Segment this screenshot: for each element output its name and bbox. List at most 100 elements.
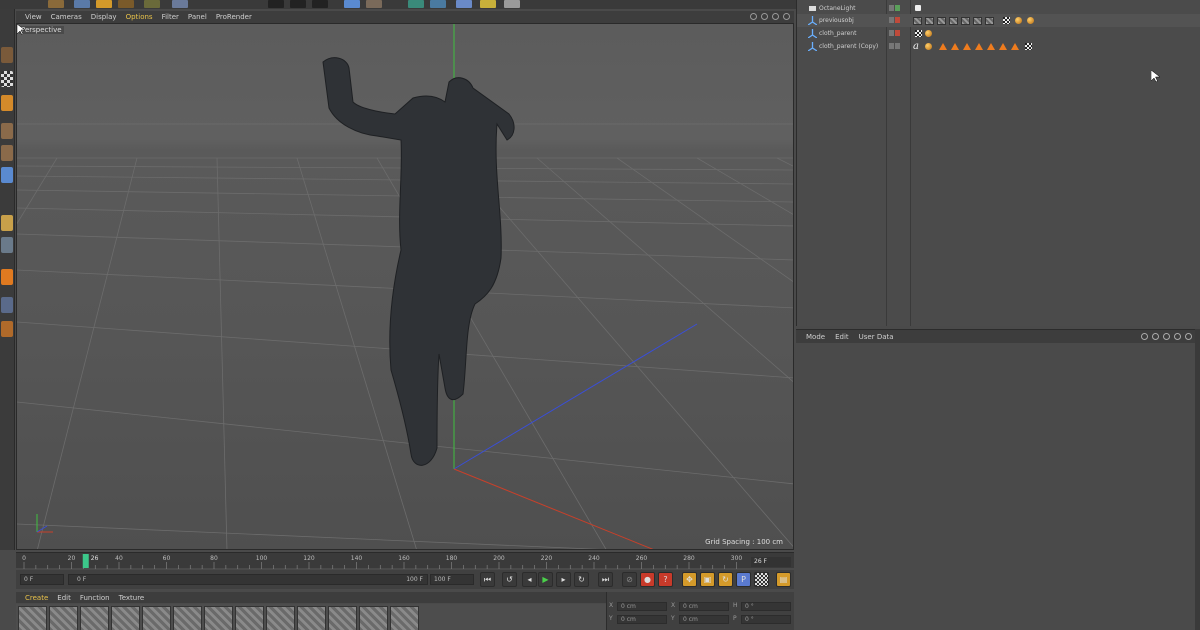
texture-tag-icon[interactable] — [949, 17, 958, 25]
cube-icon[interactable] — [344, 0, 360, 8]
cloth-tag-icon[interactable] — [999, 43, 1007, 50]
texture-tag-icon[interactable] — [973, 17, 982, 25]
cloth-tag-icon[interactable] — [975, 43, 983, 50]
edges-mode-icon[interactable] — [1, 145, 13, 161]
next-key-button[interactable]: ↻ — [574, 572, 589, 587]
material-swatch[interactable] — [18, 606, 47, 630]
render-picture-viewer-icon[interactable] — [290, 0, 306, 8]
material-swatch[interactable] — [297, 606, 326, 630]
playhead-marker[interactable] — [82, 554, 89, 568]
menu-options[interactable]: Options — [126, 13, 153, 21]
rotation-p-field[interactable]: 0 ° — [741, 615, 791, 624]
rotation-h-field[interactable]: 0 ° — [741, 602, 791, 611]
uvw-tag-icon[interactable] — [1003, 17, 1010, 24]
texture-tag-icon[interactable] — [985, 17, 994, 25]
material-swatch[interactable] — [173, 606, 202, 630]
menu-prorender[interactable]: ProRender — [216, 13, 252, 21]
new-window-icon[interactable] — [1185, 333, 1192, 340]
visibility-dots[interactable] — [889, 5, 907, 12]
viewport-zoom-icon[interactable] — [761, 13, 768, 20]
lock-icon[interactable] — [1174, 333, 1181, 340]
cloth-tag-icon[interactable] — [987, 43, 995, 50]
timeline-window-button[interactable]: ▤ — [776, 572, 791, 587]
render-view-icon[interactable] — [268, 0, 284, 8]
back-arrow-icon[interactable] — [1141, 333, 1148, 340]
material-swatch[interactable] — [49, 606, 78, 630]
goto-start-button[interactable]: ⏮ — [480, 572, 495, 587]
locked-workplane-icon[interactable] — [1, 321, 13, 337]
material-swatch[interactable] — [111, 606, 140, 630]
visibility-dots[interactable] — [889, 30, 907, 37]
material-swatch[interactable] — [390, 606, 419, 630]
position-x-field[interactable]: 0 cm — [617, 602, 667, 611]
record-position-button[interactable]: ✥ — [682, 572, 697, 587]
material-swatch[interactable] — [328, 606, 357, 630]
perspective-viewport[interactable]: Perspective Grid Spacing : 100 cm — [16, 23, 794, 550]
texture-mode-icon[interactable] — [1, 71, 13, 87]
play-button[interactable]: ▶ — [538, 572, 553, 587]
material-swatch[interactable] — [359, 606, 388, 630]
position-y-field[interactable]: 0 cm — [617, 615, 667, 624]
right-scrollbar[interactable] — [1195, 329, 1200, 630]
coord-system-icon[interactable] — [172, 0, 188, 8]
alembic-tag-icon[interactable]: a — [913, 42, 922, 52]
spline-icon[interactable] — [366, 0, 382, 8]
axis-y-icon[interactable] — [144, 0, 160, 8]
model-mode-icon[interactable] — [1, 95, 13, 111]
texture-tag-icon[interactable] — [937, 17, 946, 25]
autokeying-button[interactable]: ● — [640, 572, 655, 587]
record-pla-button[interactable] — [754, 572, 769, 587]
material-swatch[interactable] — [204, 606, 233, 630]
current-frame-field[interactable]: 26 F — [751, 557, 791, 567]
make-editable-icon[interactable] — [1, 47, 13, 63]
material-swatch[interactable] — [266, 606, 295, 630]
texture-tag-icon[interactable] — [913, 17, 922, 25]
menu-texture[interactable]: Texture — [119, 594, 145, 602]
menu-edit[interactable]: Edit — [57, 594, 71, 602]
min-frame-field[interactable]: 0 F — [20, 574, 64, 585]
tweak-mode-icon[interactable] — [1, 237, 13, 253]
preview-range-slider[interactable]: 0 F 100 F — [68, 574, 428, 585]
uvw-tag-icon[interactable] — [1025, 43, 1032, 50]
object-row-cloth-parent-copy[interactable]: cloth_parent (Copy) a — [797, 40, 1200, 53]
menu-filter[interactable]: Filter — [162, 13, 179, 21]
texture-tag-icon[interactable] — [961, 17, 970, 25]
render-settings-icon[interactable] — [312, 0, 328, 8]
scale-tool-icon[interactable] — [74, 0, 90, 8]
axis-x-icon[interactable] — [118, 0, 134, 8]
goto-end-button[interactable]: ⏭ — [598, 572, 613, 587]
viewport-camera-label[interactable]: Perspective — [19, 26, 64, 34]
timeline-ruler[interactable]: 0 20 40 60 80 100 120 140 160 180 200 220 240 260 280 3… — [16, 552, 794, 569]
object-row-cloth-parent[interactable]: cloth_parent — [797, 27, 1200, 40]
menu-view[interactable]: View — [25, 13, 42, 21]
deformer-icon[interactable] — [456, 0, 472, 8]
move-tool-icon[interactable] — [48, 0, 64, 8]
uvw-tag-icon[interactable] — [915, 30, 922, 37]
next-frame-button[interactable]: ▸ — [556, 572, 571, 587]
viewport-rotate-icon[interactable] — [772, 13, 779, 20]
record-active-objects-button[interactable]: ⊘ — [622, 572, 637, 587]
menu-display[interactable]: Display — [91, 13, 117, 21]
previous-key-button[interactable]: ↺ — [502, 572, 517, 587]
visibility-dots[interactable] — [889, 17, 907, 24]
phong-tag-icon[interactable] — [1027, 17, 1034, 24]
nurbs-icon[interactable] — [408, 0, 424, 8]
menu-edit[interactable]: Edit — [835, 333, 849, 341]
menu-function[interactable]: Function — [80, 594, 110, 602]
octane-light-tag-icon[interactable] — [915, 5, 921, 11]
object-row-previousobj[interactable]: previousobj — [797, 14, 1200, 27]
viewport-move-icon[interactable] — [750, 13, 757, 20]
record-rotation-button[interactable]: ↻ — [718, 572, 733, 587]
visibility-dots[interactable] — [889, 43, 907, 50]
phong-tag-icon[interactable] — [925, 43, 932, 50]
enable-axis-icon[interactable] — [1, 215, 13, 231]
material-swatch[interactable] — [80, 606, 109, 630]
material-swatch[interactable] — [142, 606, 171, 630]
array-icon[interactable] — [430, 0, 446, 8]
phong-tag-icon[interactable] — [1015, 17, 1022, 24]
snap-icon[interactable] — [1, 269, 13, 285]
cloth-tag-icon[interactable] — [951, 43, 959, 50]
polygons-mode-icon[interactable] — [1, 167, 13, 183]
camera-icon[interactable] — [480, 0, 496, 8]
record-scale-button[interactable]: ▣ — [700, 572, 715, 587]
